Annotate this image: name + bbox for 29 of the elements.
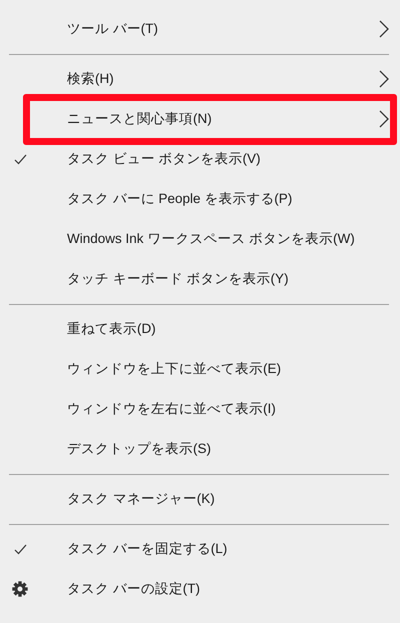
settings-icon: [12, 581, 28, 597]
menu-item-label: タスク ビュー ボタンを表示(V): [67, 150, 262, 168]
menu-item-label: 検索(H): [67, 70, 115, 88]
menu-item[interactable]: タッチ キーボード ボタンを表示(Y): [0, 259, 400, 299]
menu-item[interactable]: デスクトップを表示(S): [0, 429, 400, 469]
menu-item[interactable]: 重ねて表示(D): [0, 309, 400, 349]
menu-item[interactable]: ツール バー(T): [0, 9, 400, 49]
menu-item[interactable]: ニュースと関心事項(N): [0, 99, 400, 139]
menu-item-label: ウィンドウを左右に並べて表示(I): [67, 400, 277, 418]
menu-item[interactable]: ウィンドウを左右に並べて表示(I): [0, 389, 400, 429]
menu-item[interactable]: タスク バーを固定する(L): [0, 529, 400, 569]
menu-item[interactable]: 検索(H): [0, 59, 400, 99]
menu-item-label: ツール バー(T): [67, 20, 159, 38]
menu-item[interactable]: タスク バーの設定(T): [0, 569, 400, 609]
menu-item[interactable]: タスク バーに People を表示する(P): [0, 179, 400, 219]
menu-item[interactable]: ウィンドウを上下に並べて表示(E): [0, 349, 400, 389]
menu-item-label: タスク マネージャー(K): [67, 490, 216, 508]
menu-item-label: タスク バーに People を表示する(P): [67, 190, 294, 208]
menu-item-label: Windows Ink ワークスペース ボタンを表示(W): [67, 230, 356, 248]
menu-item-label: ニュースと関心事項(N): [67, 110, 213, 128]
menu-item[interactable]: タスク マネージャー(K): [0, 479, 400, 519]
menu-item[interactable]: タスク ビュー ボタンを表示(V): [0, 139, 400, 179]
menu-item[interactable]: Windows Ink ワークスペース ボタンを表示(W): [0, 219, 400, 259]
menu-item-label: デスクトップを表示(S): [67, 440, 212, 458]
menu-item-label: ウィンドウを上下に並べて表示(E): [67, 360, 282, 378]
menu-item-label: 重ねて表示(D): [67, 320, 157, 338]
menu-item-label: タスク バーを固定する(L): [67, 540, 228, 558]
menu-item-label: タスク バーの設定(T): [67, 580, 201, 598]
menu-item-label: タッチ キーボード ボタンを表示(Y): [67, 270, 290, 288]
